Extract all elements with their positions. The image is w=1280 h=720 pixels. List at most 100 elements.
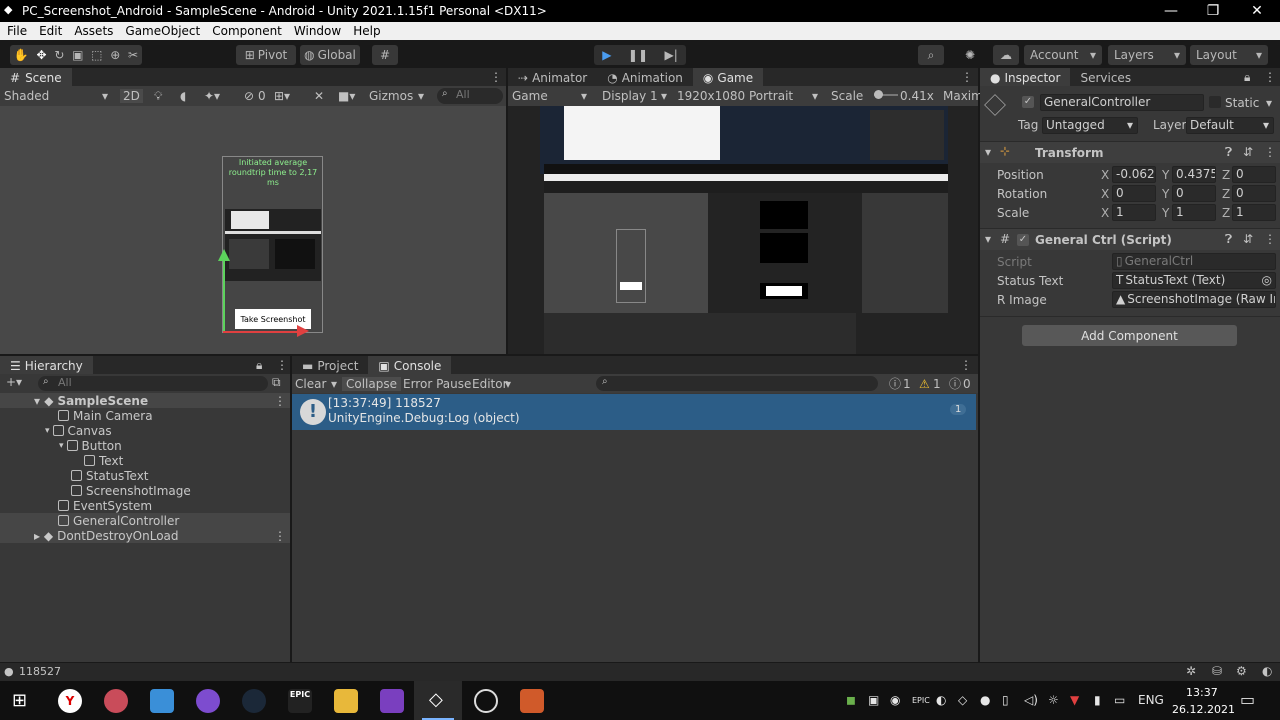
move-tool-icon[interactable]: ✥ — [37, 48, 47, 62]
grid-snap-button[interactable]: # — [372, 45, 398, 65]
menu-edit[interactable]: Edit — [32, 24, 67, 38]
hand-tool-icon[interactable]: ✋ — [14, 48, 29, 62]
help-icon[interactable]: ❓︎ — [1225, 145, 1232, 160]
game-viewport[interactable] — [508, 106, 978, 354]
app-paint-icon[interactable] — [520, 689, 544, 713]
tray-icon-1[interactable]: ▣ — [868, 693, 879, 707]
tag-dropdown[interactable]: Untagged ▾ — [1042, 117, 1138, 134]
camera-icon[interactable]: ■▾ — [338, 89, 355, 103]
clock-time[interactable]: 13:37 — [1186, 686, 1218, 699]
auto-generate-icon[interactable]: ◐ — [1262, 664, 1272, 678]
tray-steam-icon[interactable]: ● — [980, 693, 990, 707]
scale-slider-thumb[interactable] — [874, 90, 883, 99]
step-button[interactable]: ▶| — [664, 48, 677, 62]
rect-tool-icon[interactable]: ⬚ — [91, 48, 102, 62]
tray-discord-icon[interactable]: ◐ — [936, 693, 946, 707]
scale-tool-icon[interactable]: ▣ — [72, 48, 83, 62]
more-menu-icon[interactable]: ⋮ — [961, 70, 973, 84]
tray-epic-icon[interactable]: EPIC — [912, 696, 930, 705]
progress-icon[interactable]: ✲ — [1186, 664, 1196, 678]
hierarchy-item-main-camera[interactable]: Main Camera — [58, 408, 153, 423]
hierarchy-item-canvas[interactable]: ▾ Canvas — [45, 423, 112, 438]
collapse-toggle[interactable]: Collapse — [342, 376, 401, 391]
minimize-button[interactable]: — — [1149, 0, 1193, 22]
tab-scene[interactable]: # Scene — [0, 68, 72, 88]
pivot-toggle[interactable]: ⊞ Pivot — [236, 45, 296, 65]
tab-services[interactable]: Services — [1070, 68, 1141, 88]
tab-game[interactable]: ◉ Game — [692, 68, 764, 88]
object-name-field[interactable]: GeneralController — [1040, 94, 1204, 111]
chevron-down-icon[interactable]: ▾ — [1266, 96, 1272, 110]
status-message[interactable]: 118527 — [19, 665, 61, 678]
windows-start-icon[interactable]: ⊞ — [12, 690, 27, 711]
menu-help[interactable]: Help — [346, 24, 385, 38]
scene-visibility-icon[interactable]: ⧉ — [272, 375, 281, 390]
component-enabled-checkbox[interactable]: ✓ — [1017, 234, 1029, 246]
rotate-tool-icon[interactable]: ↻ — [54, 48, 64, 62]
tray-icon-2[interactable]: ◉ — [890, 693, 900, 707]
collab-button[interactable]: ✺ — [957, 45, 983, 65]
chevron-down-icon[interactable]: ▾ — [331, 377, 337, 391]
network-icon[interactable]: ▭ — [1114, 693, 1125, 707]
tab-animator[interactable]: ⇢ Animator — [508, 68, 597, 88]
yandex-browser-icon[interactable]: Y — [58, 689, 82, 713]
more-menu-icon[interactable]: ⋮ — [960, 358, 972, 372]
lighting-icon[interactable]: 💡︎ — [154, 89, 162, 104]
add-component-button[interactable]: Add Component — [1022, 325, 1237, 346]
gizmos-dropdown[interactable]: Gizmos — [369, 89, 413, 103]
tab-console[interactable]: ▣ Console — [368, 356, 452, 376]
hierarchy-item-samplescene[interactable]: ▾ ◆ SampleScene — [34, 393, 148, 408]
visual-studio-icon[interactable] — [380, 689, 404, 713]
effects-icon[interactable]: ✦▾ — [204, 89, 220, 103]
hierarchy-item-dontdestroyonload[interactable]: ▸ ◆ DontDestroyOnLoad — [34, 528, 179, 543]
grid-icon[interactable]: ⊞▾ — [274, 89, 290, 103]
position-x-field[interactable]: -0.062! — [1112, 166, 1156, 183]
global-toggle[interactable]: ◍ Global — [300, 45, 360, 65]
hierarchy-item-screenshotimage[interactable]: ScreenshotImage — [71, 483, 191, 498]
tray-icon-3[interactable]: ☼ — [1048, 693, 1059, 707]
warning-icon[interactable]: ⚠ — [919, 377, 930, 391]
cloud-button[interactable]: ☁ — [993, 45, 1019, 65]
discord-icon[interactable] — [196, 689, 220, 713]
editor-dropdown[interactable]: Editor — [472, 377, 508, 391]
status-text-field[interactable]: T StatusText (Text) ◎ — [1112, 272, 1276, 289]
error-icon[interactable]: ⓘ — [949, 375, 961, 392]
more-menu-icon[interactable]: ⋮ — [274, 394, 286, 408]
account-dropdown[interactable]: Account ▾ — [1024, 45, 1102, 65]
position-z-field[interactable]: 0 — [1232, 166, 1276, 183]
close-button[interactable]: ✕ — [1235, 0, 1279, 22]
app-laptop-icon[interactable] — [150, 689, 174, 713]
shading-dropdown[interactable]: Shaded — [4, 89, 49, 103]
debug-icon[interactable]: ⚙ — [1236, 664, 1247, 678]
tab-animation[interactable]: ◔ Animation — [597, 68, 693, 88]
nvidia-icon[interactable]: ◼ — [846, 693, 856, 707]
clock-date[interactable]: 26.12.2021 — [1172, 703, 1235, 716]
more-menu-icon[interactable]: ⋮ — [274, 529, 286, 543]
layout-dropdown[interactable]: Layout ▾ — [1190, 45, 1268, 65]
hierarchy-item-text[interactable]: Text — [84, 453, 123, 468]
resolution-dropdown[interactable]: 1920x1080 Portrait — [677, 89, 793, 103]
unity-taskbar-active[interactable]: ◇ — [414, 681, 462, 720]
file-explorer-icon[interactable] — [334, 689, 358, 713]
language-indicator[interactable]: ENG — [1138, 693, 1164, 707]
tray-brave-icon[interactable]: ▼ — [1070, 693, 1079, 707]
layers-dropdown[interactable]: Layers ▾ — [1108, 45, 1186, 65]
more-menu-icon[interactable]: ⋮ — [1264, 232, 1276, 246]
position-y-field[interactable]: 0.4375 — [1172, 166, 1216, 183]
scale-x-field[interactable]: 1 — [1112, 204, 1156, 221]
hidden-objects-icon[interactable]: ⊘ — [244, 89, 254, 103]
error-pause-toggle[interactable]: Error Pause — [403, 377, 471, 391]
tab-project[interactable]: ▬ Project — [292, 356, 368, 376]
custom-tool-icon[interactable]: ✂ — [128, 48, 138, 62]
audio-icon[interactable]: ◖ — [180, 89, 186, 103]
object-picker-icon[interactable]: ◎ — [1262, 273, 1272, 288]
transform-header[interactable]: ▾ ⊹ Transform ❓︎ ⇵ ⋮ — [980, 141, 1280, 163]
rotation-z-field[interactable]: 0 — [1232, 185, 1276, 202]
scale-y-field[interactable]: 1 — [1172, 204, 1216, 221]
more-menu-icon[interactable]: ⋮ — [490, 70, 502, 84]
clear-button[interactable]: Clear — [295, 377, 326, 391]
mode-2d-toggle[interactable]: 2D — [120, 89, 143, 103]
menu-component[interactable]: Component — [205, 24, 287, 38]
more-menu-icon[interactable]: ⋮ — [1264, 70, 1276, 84]
more-menu-icon[interactable]: ⋮ — [276, 358, 288, 372]
